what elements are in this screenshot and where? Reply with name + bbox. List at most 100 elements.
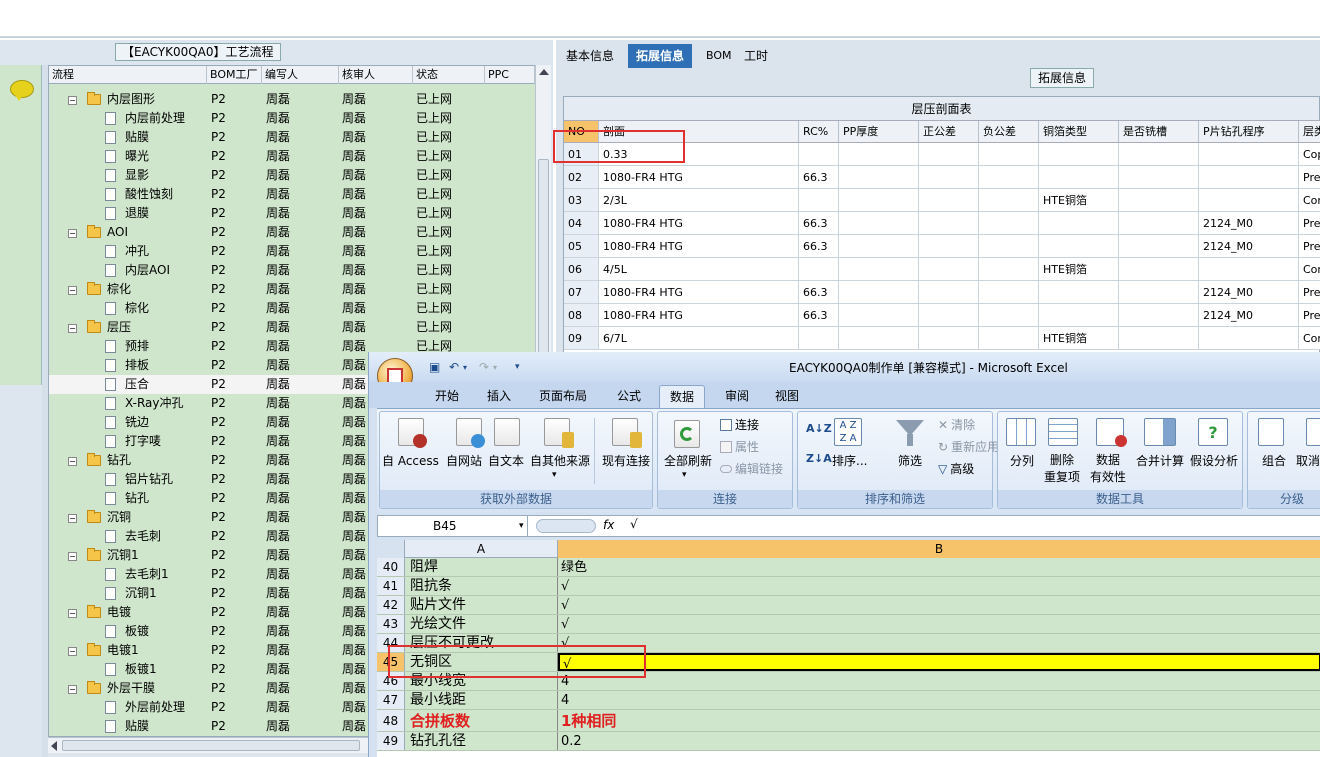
tree-row[interactable]: − AOI P2 周磊 周磊 已上网 <box>49 223 535 242</box>
grid-column-header[interactable]: 正公差 <box>919 121 979 143</box>
grid-cell[interactable]: 2124_M0 <box>1199 304 1299 327</box>
consolidate-button[interactable]: 合并计算 <box>1136 452 1184 469</box>
clear-filter-button[interactable]: ✕ 清除 <box>938 416 975 433</box>
text-to-columns-button[interactable]: 分列 <box>1010 452 1034 469</box>
refresh-all-button[interactable]: 全部刷新 <box>664 452 712 469</box>
grid-column-header[interactable]: P片钻孔程序 <box>1199 121 1299 143</box>
grid-cell[interactable]: HTE铜箔 <box>1039 258 1119 281</box>
ribbon-tab-page-layout[interactable]: 页面布局 <box>529 385 597 408</box>
grid-cell[interactable] <box>919 304 979 327</box>
grid-cell[interactable]: 06 <box>564 258 599 281</box>
tree-row[interactable]: 显影 P2 周磊 周磊 已上网 <box>49 166 535 185</box>
remove-duplicates-button[interactable]: 删除 重复项 <box>1044 452 1080 486</box>
grid-cell[interactable]: Cor <box>1299 258 1320 281</box>
grid-cell[interactable] <box>839 327 919 350</box>
ribbon-tab-formulas[interactable]: 公式 <box>607 385 651 408</box>
grid-cell[interactable]: 6/7L <box>599 327 799 350</box>
collapse-toggle-icon[interactable]: − <box>68 609 77 618</box>
row-number[interactable]: 43 <box>377 615 405 633</box>
grid-cell[interactable]: 03 <box>564 189 599 212</box>
row-number[interactable]: 47 <box>377 691 405 709</box>
cell-a[interactable]: 光绘文件 <box>410 615 466 634</box>
grid-cell[interactable] <box>799 258 839 281</box>
grid-cell[interactable] <box>919 166 979 189</box>
reapply-button[interactable]: ↻ 重新应用 <box>938 438 999 455</box>
tab-bom[interactable]: BOM <box>698 44 740 68</box>
grid-cell[interactable]: Pre <box>1299 235 1320 258</box>
grid-cell[interactable]: 66.3 <box>799 281 839 304</box>
collapse-toggle-icon[interactable]: − <box>68 286 77 295</box>
customize-qat-icon[interactable]: ▾ <box>515 360 529 374</box>
collapse-toggle-icon[interactable]: − <box>68 229 77 238</box>
tree-row[interactable]: − 棕化 P2 周磊 周磊 已上网 <box>49 280 535 299</box>
row-number[interactable]: 49 <box>377 732 405 750</box>
filter-button[interactable]: 筛选 <box>898 452 922 469</box>
grid-cell[interactable] <box>979 166 1039 189</box>
grid-cell[interactable] <box>839 258 919 281</box>
cell-a[interactable]: 钻孔孔径 <box>410 732 466 751</box>
grid-cell[interactable] <box>1039 166 1119 189</box>
save-icon[interactable]: ▣ <box>429 360 443 374</box>
grid-cell[interactable] <box>919 189 979 212</box>
sheet-row[interactable]: 47 最小线距 4 <box>377 691 1320 710</box>
sheet-row[interactable]: 42 贴片文件 √ <box>377 596 1320 615</box>
tree-row[interactable]: 内层AOI P2 周磊 周磊 已上网 <box>49 261 535 280</box>
column-header-b[interactable]: B <box>558 540 1320 558</box>
grid-column-header[interactable]: RC% <box>799 121 839 143</box>
cell-b[interactable]: √ <box>561 596 569 615</box>
grid-cell[interactable] <box>1199 327 1299 350</box>
row-number[interactable]: 40 <box>377 558 405 576</box>
tree-horizontal-scrollbar[interactable] <box>48 737 368 753</box>
grid-cell[interactable] <box>979 143 1039 166</box>
grid-cell[interactable] <box>1199 258 1299 281</box>
cell-b[interactable]: 4 <box>561 691 569 710</box>
name-box[interactable]: B45 <box>378 516 528 536</box>
grid-cell[interactable] <box>839 281 919 304</box>
ungroup-button[interactable]: 取消 <box>1296 452 1320 469</box>
grid-cell[interactable]: 2124_M0 <box>1199 212 1299 235</box>
grid-column-header[interactable]: 铜箔类型 <box>1039 121 1119 143</box>
grid-column-header[interactable]: PP厚度 <box>839 121 919 143</box>
grid-column-header[interactable]: 层类 <box>1299 121 1320 143</box>
collapse-toggle-icon[interactable]: − <box>68 647 77 656</box>
grid-cell[interactable] <box>839 304 919 327</box>
grid-cell[interactable]: Pre <box>1299 212 1320 235</box>
tree-row[interactable]: 曝光 P2 周磊 周磊 已上网 <box>49 147 535 166</box>
collapse-toggle-icon[interactable]: − <box>68 457 77 466</box>
data-validation-button[interactable]: 数据 有效性 <box>1090 452 1126 486</box>
grid-cell[interactable]: 04 <box>564 212 599 235</box>
grid-cell[interactable] <box>1039 281 1119 304</box>
grid-cell[interactable] <box>1119 143 1199 166</box>
grid-cell[interactable]: 1080-FR4 HTG <box>599 281 799 304</box>
grid-cell[interactable] <box>1119 166 1199 189</box>
tab-basic-info[interactable]: 基本信息 <box>558 44 622 68</box>
redo-dropdown-icon[interactable]: ▾ <box>493 360 507 374</box>
grid-cell[interactable] <box>1119 304 1199 327</box>
grid-cell[interactable] <box>839 235 919 258</box>
ribbon-tab-review[interactable]: 审阅 <box>715 385 759 408</box>
grid-cell[interactable]: 4/5L <box>599 258 799 281</box>
ribbon-tab-view[interactable]: 视图 <box>765 385 809 408</box>
tree-row[interactable]: 内层前处理 P2 周磊 周磊 已上网 <box>49 109 535 128</box>
collapse-toggle-icon[interactable]: − <box>68 96 77 105</box>
sheet-row[interactable]: 43 光绘文件 √ <box>377 615 1320 634</box>
cell-a[interactable]: 阻抗条 <box>410 577 452 596</box>
tab-work-hours[interactable]: 工时 <box>736 44 776 68</box>
from-web-button[interactable]: 自网站 <box>446 452 482 469</box>
redo-icon[interactable]: ↷ <box>479 360 493 374</box>
grid-cell[interactable] <box>919 281 979 304</box>
cell-b[interactable]: √ <box>561 577 569 596</box>
grid-cell[interactable] <box>1119 212 1199 235</box>
grid-cell[interactable]: Cor <box>1299 189 1320 212</box>
collapse-toggle-icon[interactable]: − <box>68 324 77 333</box>
grid-cell[interactable]: HTE铜箔 <box>1039 327 1119 350</box>
advanced-filter-button[interactable]: ▽ 高级 <box>938 460 974 477</box>
tree-column-header[interactable]: 状态 <box>413 66 485 84</box>
tree-row[interactable]: 冲孔 P2 周磊 周磊 已上网 <box>49 242 535 261</box>
tree-column-header[interactable]: 核审人 <box>339 66 413 84</box>
undo-dropdown-icon[interactable]: ▾ <box>463 360 477 374</box>
grid-cell[interactable] <box>839 212 919 235</box>
tree-row[interactable]: 棕化 P2 周磊 周磊 已上网 <box>49 299 535 318</box>
collapse-toggle-icon[interactable]: − <box>68 552 77 561</box>
cell-b[interactable]: √ <box>561 615 569 634</box>
